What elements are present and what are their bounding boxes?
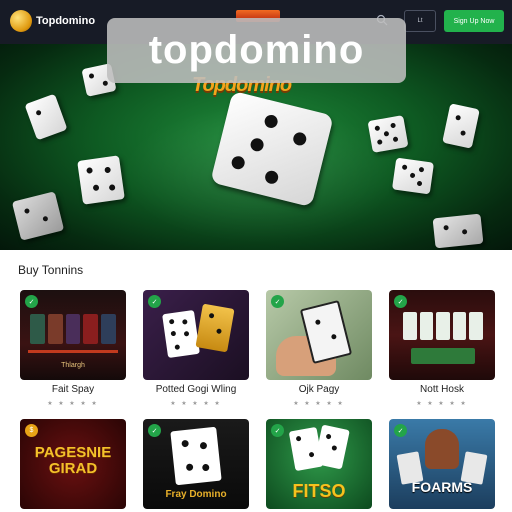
rating-stars: ★ ★ ★ ★ ★ xyxy=(170,401,222,407)
game-title: Nott Hosk xyxy=(420,384,464,395)
thumbnail-caption: Thlargh xyxy=(61,362,85,369)
game-card[interactable]: Fray Domino ✓ xyxy=(143,419,249,512)
thumbnail-caption: PAGESNIE GIRAD xyxy=(34,444,112,477)
game-card[interactable]: PAGESNIE GIRAD $ xyxy=(20,419,126,512)
game-card[interactable]: Thlargh ✓ Fait Spay ★ ★ ★ ★ ★ xyxy=(20,290,126,410)
game-title: Fait Spay xyxy=(51,384,95,395)
verified-badge-icon: ✓ xyxy=(148,424,161,437)
verified-badge-icon: ✓ xyxy=(394,295,407,308)
coin-badge-icon: $ xyxy=(25,424,38,437)
game-title: Ojk Pagy xyxy=(298,384,340,395)
logo-text: Topdomino xyxy=(36,15,96,27)
verified-badge-icon: ✓ xyxy=(25,295,38,308)
signup-button[interactable]: Sign Up Now xyxy=(444,10,504,32)
domino-tile-icon xyxy=(314,424,350,470)
game-card[interactable]: ✓ Ojk Pagy ★ ★ ★ ★ ★ xyxy=(266,290,372,410)
die-icon xyxy=(391,157,435,195)
game-thumbnail: Fray Domino ✓ xyxy=(143,419,249,509)
game-thumbnail: Thlargh ✓ xyxy=(20,290,126,380)
game-card[interactable]: ✓ Nott Hosk ★ ★ ★ ★ ★ xyxy=(389,290,495,410)
die-icon xyxy=(11,191,65,241)
login-button[interactable]: Lt xyxy=(404,10,436,32)
game-thumbnail: FITSO ✓ xyxy=(266,419,372,509)
verified-badge-icon: ✓ xyxy=(271,295,284,308)
verified-badge-icon: ✓ xyxy=(271,424,284,437)
page-title-overlay: topdomino xyxy=(107,18,406,83)
die-icon xyxy=(170,426,222,486)
site-logo[interactable]: Topdomino xyxy=(10,10,95,32)
game-card[interactable]: ✓ Potted Gogi Wling ★ ★ ★ ★ ★ xyxy=(143,290,249,410)
die-icon xyxy=(162,309,200,359)
game-thumbnail: ✓ xyxy=(389,290,495,380)
die-icon xyxy=(77,155,125,205)
thumbnail-caption: FITSO xyxy=(292,481,346,501)
game-card[interactable]: FITSO ✓ xyxy=(266,419,372,512)
rating-stars: ★ ★ ★ ★ ★ xyxy=(293,401,345,407)
die-icon xyxy=(367,115,409,153)
die-icon xyxy=(442,103,480,149)
rating-stars: ★ ★ ★ ★ ★ xyxy=(416,401,468,407)
game-thumbnail: ✓ xyxy=(143,290,249,380)
game-card[interactable]: FOARMS ✓ xyxy=(389,419,495,512)
die-icon xyxy=(195,303,235,353)
thumbnail-caption: Fray Domino xyxy=(165,489,227,500)
rating-stars: ★ ★ ★ ★ ★ xyxy=(47,401,99,407)
section-title: Buy Tonnins xyxy=(18,263,84,277)
game-title: Potted Gogi Wling xyxy=(155,384,237,395)
logo-coin-icon xyxy=(10,10,32,32)
page-title: topdomino xyxy=(148,28,365,72)
verified-badge-icon: ✓ xyxy=(148,295,161,308)
game-thumbnail: FOARMS ✓ xyxy=(389,419,495,509)
game-thumbnail: PAGESNIE GIRAD $ xyxy=(20,419,126,509)
game-thumbnail: ✓ xyxy=(266,290,372,380)
thumbnail-caption: FOARMS xyxy=(411,479,473,495)
die-icon xyxy=(24,93,68,141)
die-icon xyxy=(432,213,484,249)
verified-badge-icon: ✓ xyxy=(394,424,407,437)
